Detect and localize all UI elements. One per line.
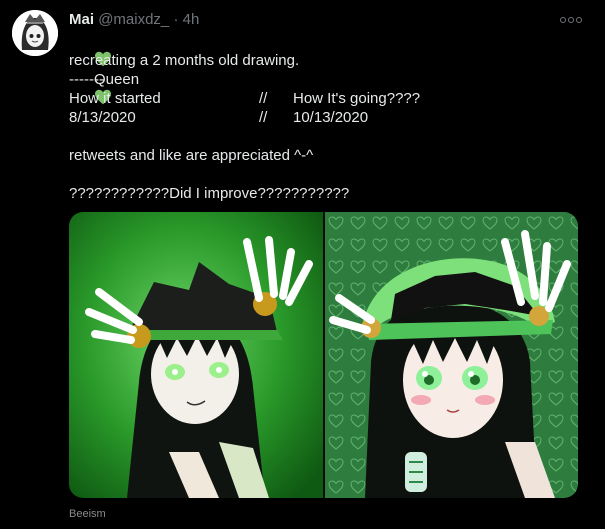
question-line: ????????????Did I improve??????????? [69, 185, 350, 202]
comparison-row: How it started // How It's going???? [69, 89, 420, 108]
tweet-header: Mai @maixdz_ · 4h [69, 10, 199, 30]
tweet-text: Queen recreating a 2 months old drawing.… [69, 32, 420, 203]
going-label: How It's going???? [293, 90, 421, 107]
more-horizontal-icon [560, 17, 566, 23]
tweet-line: recreating a 2 months old drawing. [69, 52, 300, 69]
appreciated-line: retweets and like are appreciated ^-^ [69, 147, 314, 164]
avatar[interactable] [12, 10, 58, 56]
current-date: 10/13/2020 [293, 109, 369, 126]
title-line: Queen [69, 32, 349, 105]
media-watermark: Beeism [69, 508, 106, 520]
media-image-after[interactable] [325, 212, 578, 498]
media-grid[interactable] [69, 212, 578, 498]
avatar-image [12, 10, 58, 56]
tweet[interactable]: Mai @maixdz_ · 4h Queen recreating a 2 m… [0, 0, 605, 529]
column-separator: // [259, 109, 268, 126]
more-options-button[interactable] [559, 8, 583, 28]
start-date: 8/13/2020 [69, 109, 136, 126]
dates-row: 8/13/2020 // 10/13/2020 [69, 108, 368, 127]
media-image-before[interactable] [69, 212, 323, 498]
timestamp[interactable]: 4h [183, 11, 200, 28]
column-separator: // [259, 90, 268, 107]
separator-dot: · [173, 11, 179, 28]
display-name[interactable]: Mai [69, 11, 94, 28]
started-label: How it started [69, 90, 161, 107]
user-handle[interactable]: @maixdz_ [98, 11, 169, 28]
